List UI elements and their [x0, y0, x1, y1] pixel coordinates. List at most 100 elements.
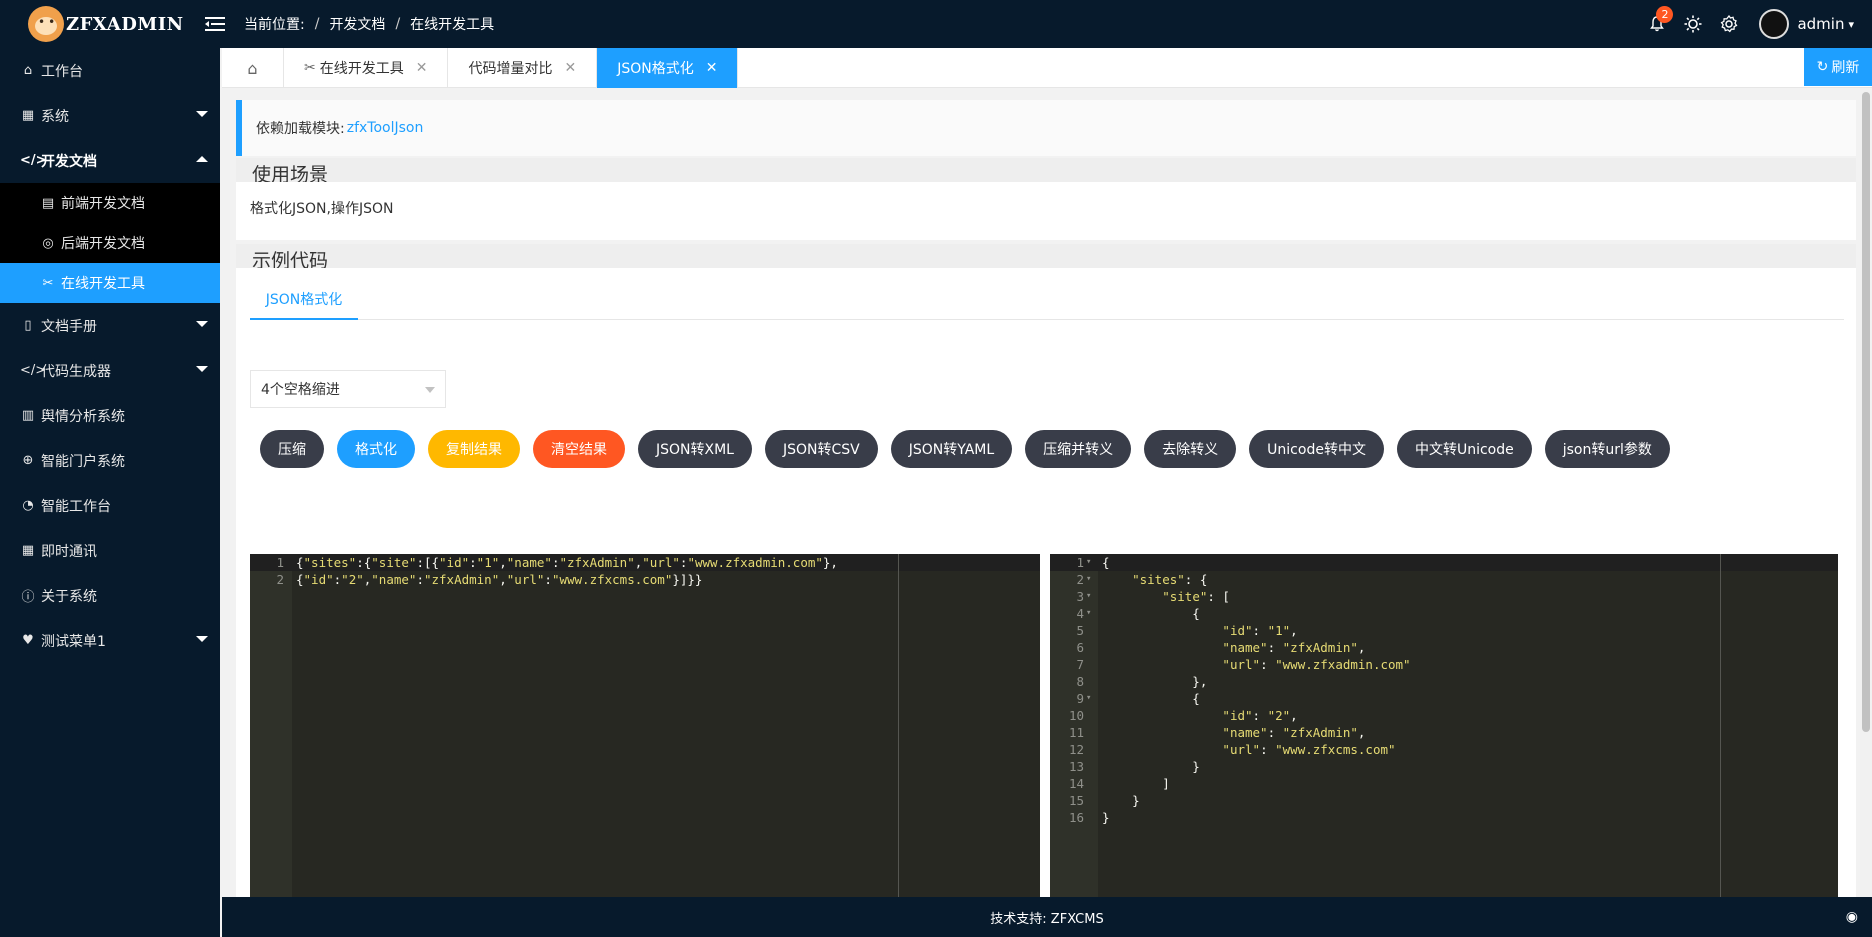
json-to-csv-button[interactable]: JSON转CSV [764, 430, 878, 468]
example-tabs: JSON格式化 [250, 280, 1844, 320]
json-to-url-params-button[interactable]: json转url参数 [1544, 430, 1670, 468]
caret-up-icon [196, 156, 208, 162]
sidebar-item-manual[interactable]: ▯ 文档手册 [0, 303, 220, 348]
theme-sun-icon[interactable] [1675, 0, 1711, 48]
sidebar-subitem-backend-docs[interactable]: ◎ 后端开发文档 [0, 223, 220, 263]
user-avatar[interactable] [1759, 9, 1790, 39]
apps-icon: ▦ [21, 108, 35, 123]
code-text: { [1102, 606, 1200, 621]
sidebar-item-label: 智能门户系统 [41, 453, 125, 470]
json-output-editor[interactable]: 1 ▾{2 ▾ "sites": {3 ▾ "site": [4 ▾ {5 "id": … [1050, 554, 1838, 897]
eye-icon[interactable]: ◉ [1846, 909, 1858, 925]
user-name[interactable]: admin [1797, 15, 1844, 33]
json-to-xml-button[interactable]: JSON转XML [638, 430, 752, 468]
code-text: }, [1102, 674, 1208, 689]
close-icon[interactable]: ✕ [564, 60, 576, 76]
sidebar-item-label: 系统 [41, 108, 69, 125]
tab-online-tools[interactable]: ✂ 在线开发工具 ✕ [284, 48, 449, 88]
sidebar: ⌂ 工作台 ▦ 系统 </> 开发文档 ▤ 前端开发文档 ◎ 后端开发文档 ✂ … [0, 48, 220, 937]
sidebar-subitem-frontend-docs[interactable]: ▤ 前端开发文档 [0, 183, 220, 223]
usage-text: 格式化JSON,操作JSON [250, 201, 394, 217]
breadcrumb-item[interactable]: 开发文档 [329, 14, 385, 34]
code-line: 9 ▾ { [1050, 690, 1838, 707]
code-line: 6 "name": "zfxAdmin", [1050, 639, 1838, 656]
unicode-to-chinese-button[interactable]: Unicode转中文 [1249, 430, 1384, 468]
sidebar-item-system[interactable]: ▦ 系统 [0, 93, 220, 138]
format-button[interactable]: 格式化 [337, 430, 415, 468]
tab-label: 在线开发工具 [319, 61, 404, 77]
sidebar-item-code-generator[interactable]: </> 代码生成器 [0, 348, 220, 393]
sidebar-item-test-menu[interactable]: ♥ 测试菜单1 [0, 618, 220, 663]
fold-toggle-icon[interactable]: ▾ [1086, 554, 1091, 571]
logo[interactable]: ZFXADMIN [0, 0, 220, 48]
sidebar-subitem-online-tools[interactable]: ✂ 在线开发工具 [0, 263, 220, 303]
sidebar-item-label: 文档手册 [41, 318, 97, 335]
sidebar-item-label: 前端开发文档 [61, 196, 145, 212]
sidebar-item-about[interactable]: ⓘ 关于系统 [0, 573, 220, 618]
fold-toggle-icon[interactable]: ▾ [1086, 690, 1091, 707]
line-number: 10 [1068, 708, 1084, 723]
action-buttons: 压缩 格式化 复制结果 清空结果 JSON转XML JSON转CSV JSON转… [260, 430, 1683, 468]
json-to-yaml-button[interactable]: JSON转YAML [890, 430, 1013, 468]
dependency-label: 依赖加载模块: [256, 121, 345, 137]
code-icon: </> [20, 153, 47, 168]
line-number: 8 [1076, 674, 1084, 689]
main-content: 依赖加载模块: zfxToolJson 使用场景 格式化JSON,操作JSON … [222, 88, 1872, 897]
close-icon[interactable]: ✕ [706, 60, 718, 76]
code-text: "sites": { [1132, 572, 1208, 587]
sidebar-item-portal[interactable]: ⊕ 智能门户系统 [0, 438, 220, 483]
sidebar-item-label: 在线开发工具 [61, 276, 145, 292]
menu-toggle-icon[interactable] [198, 0, 232, 48]
chevron-down-icon[interactable]: ▾ [1848, 18, 1854, 31]
fold-toggle-icon[interactable]: ▾ [1086, 605, 1091, 622]
code-line: 1 ▾ { [1050, 554, 1838, 571]
unescape-button[interactable]: 去除转义 [1144, 430, 1237, 468]
apps-icon: ▦ [21, 543, 35, 558]
tab-json-format[interactable]: JSON格式化 ✕ [597, 48, 739, 88]
tab-home[interactable]: ⌂ [222, 48, 284, 88]
close-icon[interactable]: ✕ [416, 60, 428, 76]
caret-down-icon [196, 111, 208, 117]
page-scrollbar[interactable] [1860, 88, 1872, 897]
compress-escape-button[interactable]: 压缩并转义 [1025, 430, 1132, 468]
fold-toggle-icon[interactable]: ▾ [1086, 571, 1091, 588]
code-line: 8 }, [1050, 673, 1838, 690]
line-number: 2 [1076, 572, 1084, 587]
code-text: } [1102, 793, 1140, 808]
top-header: ZFXADMIN 当前位置: / 开发文档 / 在线开发工具 2 admin ▾ [0, 0, 1872, 48]
code-text: "name": "zfxAdmin", [1222, 640, 1366, 655]
breadcrumb-item[interactable]: 在线开发工具 [410, 14, 494, 34]
code-line: 3 ▾ "site": [ [1050, 588, 1838, 605]
sidebar-item-label: 测试菜单1 [41, 633, 106, 650]
json-input-editor[interactable]: 1 {"sites":{"site":[{"id":"1","name":"zfx… [250, 554, 1040, 897]
sidebar-item-dev-docs[interactable]: </> 开发文档 [0, 138, 220, 183]
code-text: {"sites":{"site":[{"id":"1","name":"zfxA… [296, 555, 838, 570]
tab-json-formatter[interactable]: JSON格式化 [250, 280, 358, 320]
fold-toggle-icon[interactable]: ▾ [1086, 588, 1091, 605]
header-actions: 2 admin ▾ [1639, 0, 1872, 48]
settings-gear-icon[interactable] [1711, 0, 1747, 48]
compress-button[interactable]: 压缩 [260, 430, 324, 468]
clear-result-button[interactable]: 清空结果 [533, 430, 625, 468]
code-text: "id": "2", [1222, 708, 1298, 723]
chinese-to-unicode-button[interactable]: 中文转Unicode [1396, 430, 1532, 468]
notification-bell-icon[interactable]: 2 [1639, 0, 1675, 48]
code-line: 15 } [1050, 792, 1838, 809]
example-section-header: 示例代码 [236, 244, 1856, 272]
tab-code-diff[interactable]: 代码增量对比 ✕ [448, 48, 598, 88]
refresh-button[interactable]: ↻ 刷新 [1804, 48, 1872, 86]
code-text: ] [1102, 776, 1170, 791]
sidebar-item-sentiment[interactable]: ▥ 舆情分析系统 [0, 393, 220, 438]
indent-select[interactable]: 4个空格缩进 [250, 370, 446, 408]
breadcrumb: 当前位置: / 开发文档 / 在线开发工具 [244, 14, 495, 34]
sidebar-item-im[interactable]: ▦ 即时通讯 [0, 528, 220, 573]
code-text: } [1102, 759, 1200, 774]
editor-gutter [250, 554, 292, 897]
copy-result-button[interactable]: 复制结果 [428, 430, 520, 468]
scrollbar-thumb[interactable] [1862, 92, 1870, 732]
sidebar-item-workbench[interactable]: ⌂ 工作台 [0, 48, 220, 93]
sidebar-item-smart-workbench[interactable]: ◔ 智能工作台 [0, 483, 220, 528]
code-line: 4 ▾ { [1050, 605, 1838, 622]
sidebar-item-label: 开发文档 [41, 153, 97, 170]
line-number: 15 [1068, 793, 1084, 808]
